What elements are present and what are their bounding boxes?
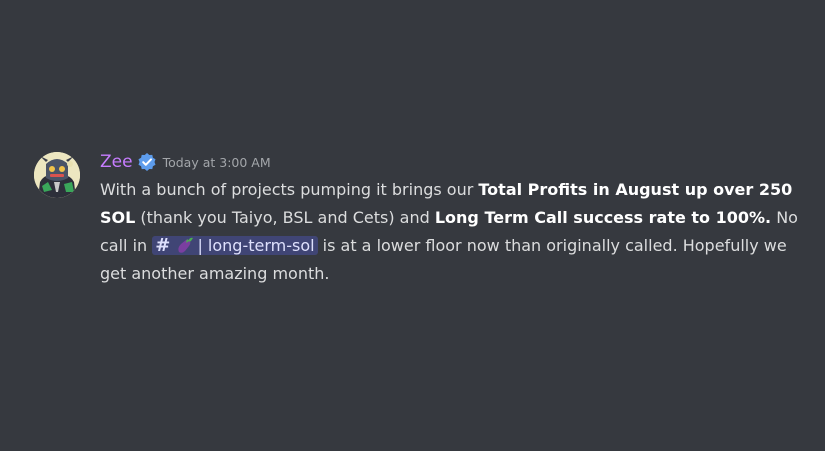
message-timestamp[interactable]: Today at 3:00 AM <box>163 151 271 175</box>
message-text: With a bunch of projects pumping it brin… <box>100 180 479 199</box>
message-content: Zee Today at 3:00 AM With a bunch of pro… <box>100 150 810 288</box>
message-text: (thank you Taiyo, BSL and Cets) and <box>135 208 435 227</box>
channel-mention[interactable]: # | long-term-sol <box>152 235 318 256</box>
message-body: With a bunch of projects pumping it brin… <box>100 176 810 288</box>
message-header: Zee Today at 3:00 AM <box>100 150 810 174</box>
channel-hash-icon: # <box>155 235 171 256</box>
avatar[interactable] <box>34 152 80 198</box>
user-avatar <box>34 152 80 198</box>
verified-badge-icon <box>137 152 157 172</box>
eggplant-icon <box>175 235 195 255</box>
username[interactable]: Zee <box>100 150 133 174</box>
chat-view: Zee Today at 3:00 AM With a bunch of pro… <box>0 0 825 451</box>
message-bold-text: Long Term Call success rate to 100%. <box>434 208 772 227</box>
channel-name: | long-term-sol <box>197 236 315 255</box>
